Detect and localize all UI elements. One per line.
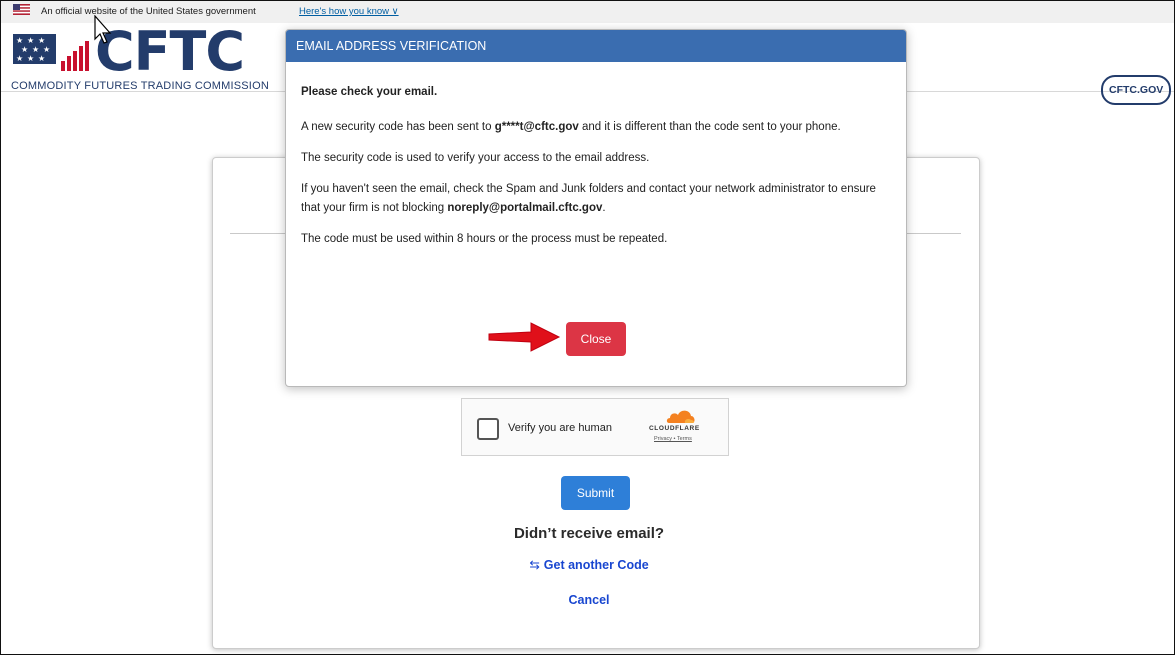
svg-text:★: ★	[27, 36, 34, 45]
modal-text: A new security code has been sent to	[301, 121, 495, 133]
mouse-cursor-icon	[94, 15, 112, 44]
red-arrow-icon	[488, 322, 561, 352]
svg-text:★: ★	[38, 54, 45, 63]
svg-text:★: ★	[21, 45, 28, 54]
cloudflare-captcha: Verify you are human CLOUDFLARE Privacy …	[461, 398, 729, 456]
masked-email: g****t@cftc.gov	[494, 121, 579, 133]
bar-chart-logo-icon	[61, 41, 89, 71]
modal-text: .	[602, 202, 606, 214]
cftc-logo-subtitle: COMMODITY FUTURES TRADING COMMISSION	[11, 80, 269, 92]
modal-text: and it is different than the code sent t…	[578, 121, 841, 133]
modal-line-expiry: The code must be used within 8 hours or …	[301, 233, 668, 245]
modal-line-sent: A new security code has been sent to g**…	[301, 118, 896, 137]
email-verification-modal: EMAIL ADDRESS VERIFICATION Please check …	[285, 29, 907, 387]
get-another-code-label: Get another Code	[543, 558, 649, 572]
how-you-know-link[interactable]: Here's how you know ∨	[299, 6, 399, 17]
submit-button[interactable]: Submit	[561, 476, 630, 510]
cftc-gov-link[interactable]: CFTC.GOV	[1101, 75, 1172, 105]
modal-heading: Please check your email.	[301, 86, 438, 98]
browser-page: An official website of the United States…	[0, 0, 1175, 655]
stars-logo-icon: ★ ★ ★ ★ ★ ★ ★ ★ ★	[13, 34, 56, 64]
cloudflare-brand: CLOUDFLARE	[649, 425, 700, 432]
modal-line-purpose: The security code is used to verify your…	[301, 152, 650, 164]
verify-human-checkbox[interactable]	[477, 418, 499, 440]
didnt-receive-heading: Didn’t receive email?	[513, 525, 665, 542]
svg-text:★: ★	[16, 36, 23, 45]
modal-title: EMAIL ADDRESS VERIFICATION	[296, 39, 487, 53]
verify-human-label: Verify you are human	[508, 422, 612, 434]
svg-text:★: ★	[16, 54, 23, 63]
privacy-terms-links[interactable]: Privacy • Terms	[654, 436, 692, 442]
cloudflare-cloud-icon	[666, 410, 695, 423]
cftc-logo-text: CFTC	[95, 20, 245, 83]
svg-text:★: ★	[38, 36, 45, 45]
svg-text:★: ★	[32, 45, 39, 54]
us-flag-icon	[13, 4, 30, 15]
modal-body: Please check your email. A new security …	[301, 83, 896, 261]
modal-header: EMAIL ADDRESS VERIFICATION	[286, 30, 906, 62]
svg-text:★: ★	[27, 54, 34, 63]
cancel-link[interactable]: Cancel	[441, 593, 737, 607]
close-button[interactable]: Close	[566, 322, 626, 356]
repeat-icon: ⇆	[529, 558, 540, 572]
svg-text:★: ★	[43, 45, 50, 54]
official-site-text: An official website of the United States…	[41, 6, 256, 17]
noreply-email: noreply@portalmail.cftc.gov	[447, 202, 603, 214]
get-another-code-link[interactable]: ⇆ Get another Code	[441, 557, 737, 572]
modal-line-spam: If you haven't seen the email, check the…	[301, 180, 896, 218]
